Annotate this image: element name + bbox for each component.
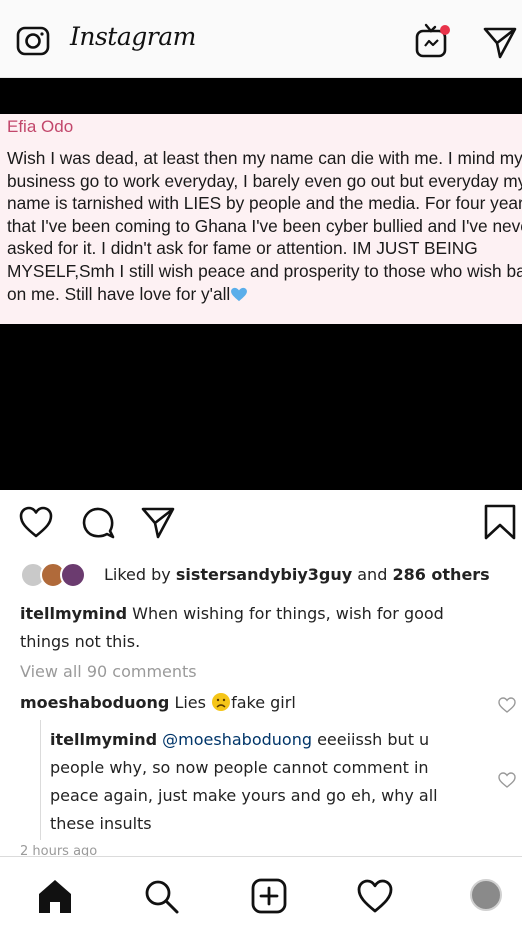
post-text-content: Wish I was dead, at least then my name c… — [7, 148, 522, 304]
reply-mention-link[interactable]: @moeshaboduong — [162, 730, 312, 749]
post-author: Efia Odo — [7, 117, 74, 136]
heart-icon[interactable] — [18, 504, 54, 540]
caption-username[interactable]: itellmymind — [20, 604, 127, 623]
bottom-nav — [0, 856, 522, 930]
worried-face-icon — [212, 693, 231, 711]
likes-others-link[interactable]: 286 others — [392, 565, 489, 584]
comment-username[interactable]: moeshaboduong — [20, 693, 169, 712]
post-actions — [0, 490, 522, 556]
reply-username[interactable]: itellmymind — [50, 730, 157, 749]
likes-row: Liked by sistersandybiy3guy and 286 othe… — [20, 562, 520, 590]
likes-prefix: Liked by — [104, 565, 176, 584]
post-text: Wish I was dead, at least then my name c… — [7, 147, 522, 305]
search-icon[interactable] — [142, 877, 180, 915]
top-bar: Instagram — [0, 0, 522, 78]
add-post-icon[interactable] — [250, 877, 288, 915]
comment-item: moeshaboduong Lies fake girl — [20, 692, 296, 712]
liked-by-user-link[interactable]: sistersandybiy3guy — [176, 565, 352, 584]
direct-send-icon[interactable] — [482, 24, 518, 60]
likes-middle: and — [352, 565, 393, 584]
likes-text: Liked by sistersandybiy3guy and 286 othe… — [104, 565, 490, 584]
view-all-comments-link[interactable]: View all 90 comments — [20, 662, 197, 681]
comment-text-after: fake girl — [231, 693, 296, 712]
comment-text: Lies — [169, 693, 212, 712]
instagram-logo: Instagram — [70, 22, 196, 51]
profile-avatar[interactable] — [470, 879, 502, 911]
reply-like-heart-icon[interactable] — [498, 772, 516, 788]
reply-item: itellmymind @moeshaboduong eeeiissh but … — [50, 726, 480, 838]
image-black-band-bottom — [0, 324, 522, 490]
post-image[interactable]: Efia Odo Wish I was dead, at least then … — [0, 114, 522, 324]
bookmark-icon[interactable] — [482, 504, 518, 540]
home-icon[interactable] — [36, 877, 74, 915]
avatar[interactable] — [60, 562, 86, 588]
comment-icon[interactable] — [80, 504, 116, 540]
comment-like-heart-icon[interactable] — [498, 697, 516, 713]
caption: itellmymind When wishing for things, wis… — [20, 600, 490, 656]
reply-thread-line — [40, 720, 41, 840]
share-icon[interactable] — [140, 504, 176, 540]
activity-heart-icon[interactable] — [356, 877, 394, 915]
igtv-icon[interactable] — [414, 22, 452, 60]
camera-icon[interactable] — [16, 24, 50, 58]
image-black-band-top — [0, 78, 522, 114]
blue-heart-icon — [231, 287, 248, 301]
